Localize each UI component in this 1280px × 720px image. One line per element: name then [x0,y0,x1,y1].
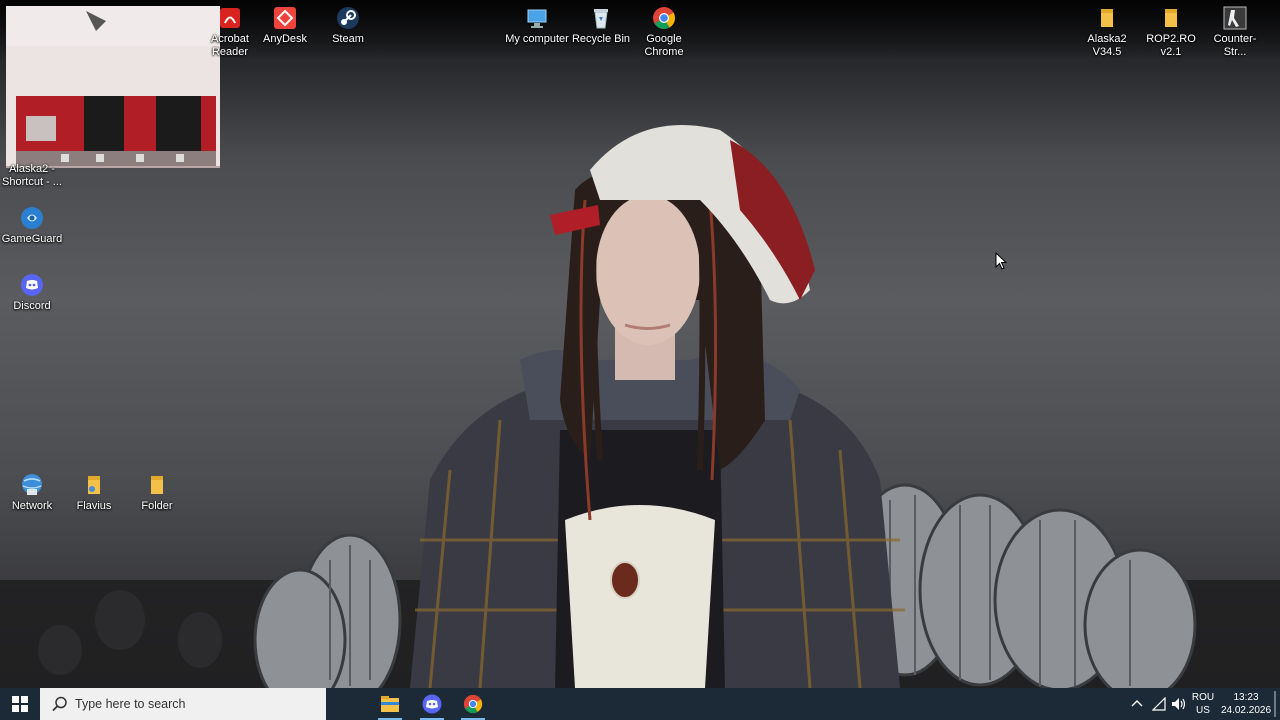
desktop-icon-label: Steam [332,33,364,45]
windows-logo-icon [12,696,28,712]
webcam-overlay [6,6,220,168]
network-icon [20,473,44,497]
desktop-icon-steam[interactable]: Steam [316,6,380,46]
search-icon [52,696,67,712]
desktop-icon-flavius[interactable]: Flavius [62,473,126,513]
tray-volume-button[interactable] [1171,688,1187,720]
desktop-icon-label: Alaska2 - Shortcut - ... [2,163,62,188]
desktop-icon-network[interactable]: Network [0,473,64,513]
desktop-icon-folder[interactable]: Folder [125,473,189,513]
desktop-icon-label: Alaska2 V34.5 [1087,33,1127,58]
chrome-icon [463,694,483,714]
start-button[interactable] [0,688,40,720]
anydesk-icon [273,6,297,30]
mouse-cursor-icon [995,251,1008,275]
tray-network-button[interactable] [1152,688,1166,720]
steam-icon [336,6,360,30]
taskbar-search-box[interactable]: Type here to search [40,688,326,720]
folder-icon [1159,6,1183,30]
input-language-indicator[interactable]: ROU US [1188,691,1218,717]
desktop-icon-label: Network [11,500,53,512]
clock-date: 24.02.2026 [1220,705,1272,716]
desktop-icon-label: Folder [141,500,173,512]
chrome-icon [652,6,676,30]
taskbar-chrome[interactable] [454,688,492,720]
file-explorer-icon [381,696,399,712]
recycle-bin-icon [589,6,613,30]
desktop-icon-label: Recycle Bin [571,33,631,45]
desktop-icon-label: Counter-Str... [1213,33,1257,58]
folder-icon [145,473,169,497]
desktop-icon-gameguard[interactable]: GameGuard [0,206,64,246]
desktop-icon-chrome[interactable]: Google Chrome [632,6,696,59]
keyboard-layout: US [1196,705,1210,716]
desktop-icon-counter-strike[interactable]: Counter-Str... [1203,6,1267,59]
network-status-icon [1152,697,1166,711]
desktop-icon-rop2[interactable]: ROP2.RO v2.1 [1139,6,1203,59]
system-clock[interactable]: 13:23 24.02.2026 [1218,691,1274,717]
desktop-icon-label: Google Chrome [644,33,684,58]
tray-show-hidden-button[interactable] [1130,688,1144,720]
taskbar-discord[interactable] [413,688,451,720]
taskbar-file-explorer[interactable] [371,688,409,720]
gameguard-icon [20,206,44,230]
desktop-icon-label: Discord [13,300,51,312]
discord-icon [20,273,44,297]
computer-icon [525,6,549,30]
desktop-icon-alaska-shortcut[interactable]: Alaska2 - Shortcut - ... [0,163,64,189]
desktop-icon-discord[interactable]: Discord [0,273,64,313]
desktop-icon-label: AnyDesk [262,33,308,45]
folder-icon [1095,6,1119,30]
counter-strike-icon [1223,6,1247,30]
acrobat-icon [218,6,242,30]
desktop-icon-label: GameGuard [1,233,63,245]
taskbar: Type here to search ROU US 13:23 24.02.2… [0,688,1280,720]
user-folder-icon [82,473,106,497]
clock-time: 13:23 [1233,692,1259,703]
chevron-up-icon [1131,700,1143,707]
desktop-icon-recycle-bin[interactable]: Recycle Bin [569,6,633,46]
show-desktop-button[interactable] [1274,691,1276,717]
discord-icon [422,694,442,714]
search-placeholder: Type here to search [75,697,186,711]
speaker-icon [1172,698,1186,710]
language-code: ROU [1191,692,1215,703]
desktop-icon-label: ROP2.RO v2.1 [1146,33,1196,58]
desktop-icon-my-computer[interactable]: My computer [505,6,569,46]
desktop-icon-anydesk[interactable]: AnyDesk [253,6,317,46]
desktop-icon-label: Flavius [76,500,112,512]
desktop-icon-label: My computer [505,33,569,45]
desktop-icon-alaska-v345[interactable]: Alaska2 V34.5 [1075,6,1139,59]
